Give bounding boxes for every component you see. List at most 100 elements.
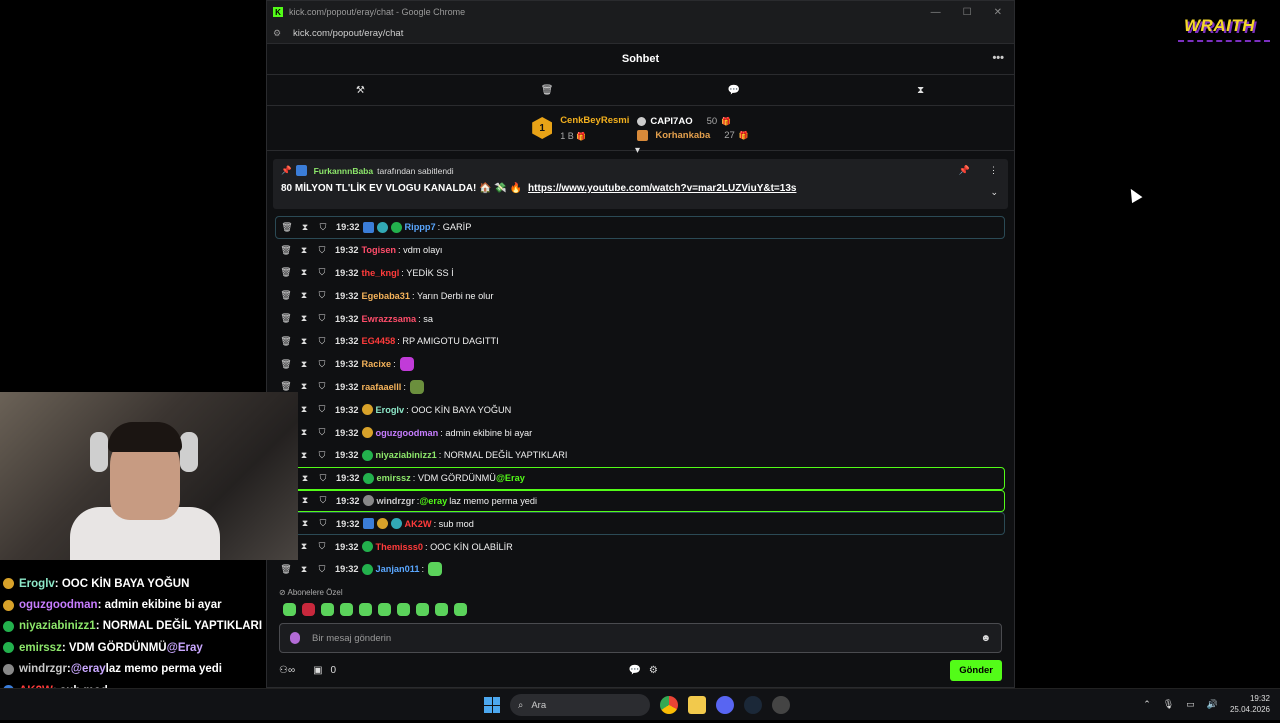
hourglass-icon[interactable]: ⧗ (297, 404, 311, 415)
send-button[interactable]: Gönder (950, 659, 1002, 681)
emote[interactable] (340, 603, 353, 616)
message-username[interactable]: Ewrazzsama (362, 314, 417, 324)
shield-icon[interactable]: ⛉ (315, 313, 329, 324)
display-icon[interactable]: ▭ (1186, 699, 1195, 710)
chat-message[interactable]: 🗑⧗⛉19:32oguzgoodman: admin ekibine bi ay… (275, 421, 1005, 444)
discord-icon[interactable] (716, 696, 734, 714)
minimize-icon[interactable]: — (931, 7, 941, 18)
hourglass-icon[interactable]: ⧗ (298, 518, 312, 529)
shield-icon[interactable]: ⛉ (316, 518, 330, 529)
chevron-up-icon[interactable]: ⌃ (1143, 699, 1151, 710)
chat-message[interactable]: 🗑 ⧗ ⛉ 19:32 Egebaba31: Yarın Derbi ne olur (275, 284, 1005, 307)
message-username[interactable]: AK2W (405, 519, 432, 529)
message-username[interactable]: emirssz (377, 473, 411, 483)
trash-icon[interactable]: 🗑 (279, 336, 293, 347)
volume-icon[interactable]: 🔊 (1207, 699, 1218, 710)
message-username[interactable]: windrzgr (377, 496, 415, 506)
message-input[interactable]: Bir mesaj gönderin ☻ (279, 623, 1002, 653)
shield-icon[interactable]: ⛉ (315, 381, 329, 392)
shield-icon[interactable]: ⛉ (315, 336, 329, 347)
gifter-row[interactable]: CAPI7AO 50 🎁 (637, 116, 748, 127)
chat-message[interactable]: 🗑⧗⛉19:32emirssz: VDM GÖRDÜNMÜ @Eray (275, 466, 1005, 490)
message-mention[interactable]: @eray (419, 496, 447, 506)
app-icon[interactable] (772, 696, 790, 714)
chat-message[interactable]: 🗑 ⧗ ⛉ 19:32 Rippp7: GARİP (275, 216, 1005, 239)
hourglass-icon[interactable]: ⧗ (297, 267, 311, 278)
chat-message[interactable]: 🗑⧗⛉19:32AK2W: sub mod (275, 512, 1005, 536)
chat-message[interactable]: 🗑⧗⛉19:32Themisss0: OOC KİN OLABİLİR (275, 535, 1005, 558)
shield-icon[interactable]: ⛉ (315, 450, 329, 461)
chat-message[interactable]: 🗑⧗⛉19:32Eroglv: OOC KİN BAYA YOĞUN (275, 398, 1005, 421)
maximize-icon[interactable]: ☐ (963, 7, 972, 18)
trash-icon[interactable]: 🗑 (454, 75, 641, 105)
message-username[interactable]: Togisen (362, 245, 397, 255)
collapse-icon[interactable]: ▾ (635, 145, 640, 156)
chat-message[interactable]: 🗑⧗⛉19:32niyaziabinizz1: NORMAL DEĞİL YAP… (275, 444, 1005, 467)
trash-icon[interactable]: 🗑 (279, 359, 293, 370)
address-bar[interactable]: ⚙ kick.com/popout/eray/chat (267, 23, 1014, 44)
message-username[interactable]: Egebaba31 (362, 291, 411, 301)
hourglass-icon[interactable]: ⧗ (298, 495, 312, 506)
hourglass-icon[interactable]: ⧗ (297, 313, 311, 324)
hourglass-icon[interactable]: ⧗ (297, 564, 311, 575)
emoji-icon[interactable]: ☻ (980, 633, 991, 644)
shield-icon[interactable]: ⛉ (315, 267, 329, 278)
shield-icon[interactable]: ⛉ (315, 541, 329, 552)
chat-message[interactable]: 🗑 ⧗ ⛉ 19:32 raafaaelll: (275, 376, 1005, 399)
emote[interactable] (397, 603, 410, 616)
trash-icon[interactable]: 🗑 (279, 245, 293, 256)
chat-message[interactable]: 🗑 ⧗ ⛉ 19:32 Janjan011: (275, 558, 1005, 581)
emote[interactable] (283, 603, 296, 616)
gift-box-icon[interactable]: ▣ (313, 665, 322, 676)
steam-icon[interactable] (744, 696, 762, 714)
chat-message[interactable]: 🗑 ⧗ ⛉ 19:32 Togisen: vdm olayı (275, 239, 1005, 262)
hourglass-icon[interactable]: ⧗ (297, 450, 311, 461)
message-username[interactable]: Racixe (362, 359, 392, 369)
shield-icon[interactable]: ⛉ (315, 359, 329, 370)
message-mention[interactable]: @Eray (496, 473, 525, 483)
expand-icon[interactable]: ⌄ (990, 187, 998, 198)
close-icon[interactable]: ✕ (994, 7, 1002, 18)
shield-icon[interactable]: ⛉ (315, 427, 329, 438)
hourglass-icon[interactable]: ⧗ (827, 75, 1014, 105)
trash-icon[interactable]: 🗑 (279, 564, 293, 575)
mic-icon[interactable]: 🎙 (1163, 699, 1174, 710)
hourglass-icon[interactable]: ⧗ (297, 290, 311, 301)
chat-message[interactable]: 🗑 ⧗ ⛉ 19:32 Ewrazzsama: sa (275, 307, 1005, 330)
pinned-menu-icon[interactable]: ⋮ (989, 165, 998, 176)
emote[interactable] (321, 603, 334, 616)
emote[interactable] (378, 603, 391, 616)
chat-message[interactable]: 🗑⧗⛉19:32windrzgr: @eray laz memo perma y… (275, 489, 1005, 513)
shield-icon[interactable]: ⛉ (316, 495, 330, 506)
pinned-link[interactable]: https://www.youtube.com/watch?v=mar2LUZV… (528, 183, 796, 194)
message-username[interactable]: the_kngl (362, 268, 400, 278)
emote[interactable] (416, 603, 429, 616)
shield-icon[interactable]: ⛉ (315, 564, 329, 575)
settings-icon[interactable]: ⚙ (649, 665, 658, 676)
shield-icon[interactable]: ⛉ (315, 290, 329, 301)
message-username[interactable]: oguzgoodman (376, 428, 439, 438)
unpin-icon[interactable]: 📌 (959, 165, 970, 176)
file-explorer-icon[interactable] (688, 696, 706, 714)
shield-icon[interactable]: ⛉ (316, 473, 330, 484)
message-username[interactable]: EG4458 (362, 336, 396, 346)
chat-bubble-icon[interactable]: 💬 (628, 665, 640, 676)
chat-message[interactable]: 🗑 ⧗ ⛉ 19:32 the_kngl: YEDİK SS İ (275, 262, 1005, 285)
chat-message[interactable]: 🗑 ⧗ ⛉ 19:32 EG4458: RP AMIGOTU DAGITTI (275, 330, 1005, 353)
channel-points-icon[interactable]: ⚇∞ (279, 665, 295, 676)
top-gifter[interactable]: CenkBeyResmi 1 B 🎁 (560, 115, 629, 141)
ban-hammer-icon[interactable]: ⚒ (267, 75, 454, 105)
trash-icon[interactable]: 🗑 (279, 290, 293, 301)
gifter-row[interactable]: Korhankaba 27 🎁 (637, 129, 749, 141)
trash-icon[interactable]: 🗑 (279, 267, 293, 278)
windows-start-icon[interactable] (484, 697, 500, 713)
hourglass-icon[interactable]: ⧗ (297, 359, 311, 370)
emote[interactable] (435, 603, 448, 616)
shield-icon[interactable]: ⛉ (316, 222, 330, 233)
hourglass-icon[interactable]: ⧗ (297, 336, 311, 347)
hourglass-icon[interactable]: ⧗ (298, 473, 312, 484)
message-username[interactable]: Eroglv (376, 405, 405, 415)
message-username[interactable]: Rippp7 (405, 222, 436, 232)
emote[interactable] (302, 603, 315, 616)
hourglass-icon[interactable]: ⧗ (297, 381, 311, 392)
